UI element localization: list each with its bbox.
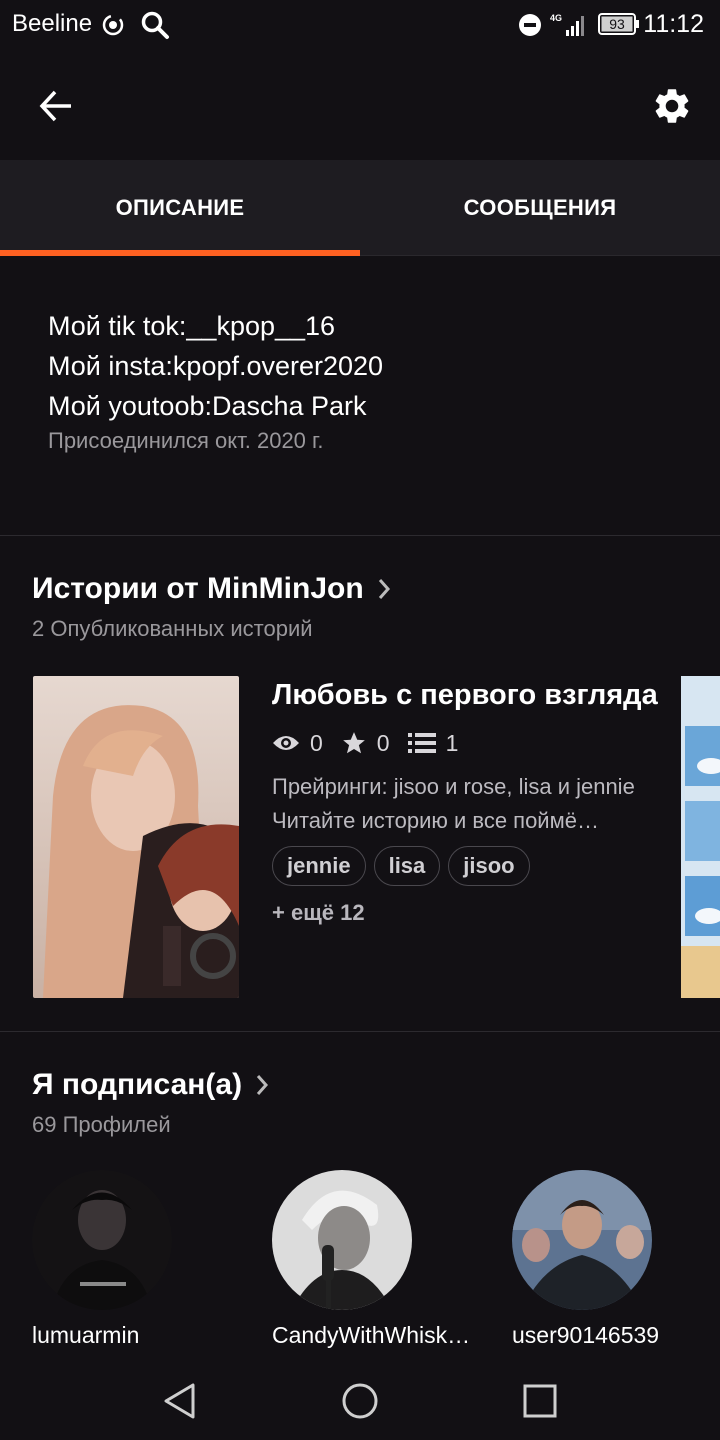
parts-stat: 1 bbox=[407, 729, 459, 757]
story-title: Любовь с первого взгляда bbox=[272, 679, 658, 711]
followed-profile[interactable]: user90146539 bbox=[512, 1170, 712, 1349]
avatar bbox=[272, 1170, 412, 1310]
gear-icon bbox=[655, 89, 689, 123]
tab-label: СООБЩЕНИЯ bbox=[463, 195, 617, 220]
profile-name: CandyWithWhisk… bbox=[272, 1322, 471, 1348]
story-desc-line1: Прейринги: jisoo и rose, lisa и jennie bbox=[272, 774, 635, 799]
hotspot-icon bbox=[100, 12, 126, 43]
nav-back-button[interactable] bbox=[155, 1376, 205, 1426]
joined-date: Присоединился окт. 2020 г. bbox=[48, 428, 324, 453]
stories-section-title[interactable]: Истории от MinMinJon bbox=[32, 572, 392, 606]
more-tags-link[interactable]: + ещё 12 bbox=[272, 900, 672, 926]
stories-count: 2 Опубликованных историй bbox=[32, 616, 313, 641]
chevron-right-icon bbox=[376, 577, 392, 601]
battery-icon: 93 bbox=[598, 13, 640, 40]
profile-name: user90146539 bbox=[512, 1322, 660, 1348]
tab-label: ОПИСАНИЕ bbox=[115, 195, 245, 220]
app-bar bbox=[0, 50, 720, 160]
following-section-title[interactable]: Я подписан(а) bbox=[32, 1068, 270, 1102]
description-line: Мой youtoob:Dascha Park bbox=[48, 391, 367, 421]
views-count: 0 bbox=[310, 729, 323, 756]
eye-icon bbox=[273, 736, 299, 750]
following-title-text: Я подписан(а) bbox=[32, 1068, 243, 1101]
story-desc-line2: Читайте историю и все поймё… bbox=[272, 808, 599, 833]
star-icon bbox=[342, 732, 365, 754]
battery-level: 93 bbox=[609, 16, 625, 32]
followed-profile[interactable]: CandyWithWhisk… bbox=[272, 1170, 472, 1349]
following-count: 69 Профилей bbox=[32, 1112, 171, 1137]
signal-icon: 4G bbox=[550, 12, 588, 43]
nav-recents-button[interactable] bbox=[515, 1376, 565, 1426]
clock: 11:12 bbox=[643, 10, 704, 38]
system-nav-bar bbox=[0, 1360, 720, 1440]
nav-home-button[interactable] bbox=[335, 1376, 385, 1426]
avatar bbox=[32, 1170, 172, 1310]
tag-chip[interactable]: jennie bbox=[272, 846, 366, 886]
description-line: Мой tik tok:__kpop__16 bbox=[48, 311, 336, 341]
dnd-icon bbox=[518, 13, 542, 42]
tag-chip[interactable]: jisoo bbox=[448, 846, 530, 886]
divider bbox=[0, 535, 720, 536]
back-button[interactable] bbox=[26, 76, 86, 136]
tab-messages[interactable]: СООБЩЕНИЯ bbox=[360, 160, 720, 256]
chevron-right-icon bbox=[254, 1073, 270, 1097]
divider bbox=[0, 1031, 720, 1032]
profile-tabs: ОПИСАНИЕ СООБЩЕНИЯ bbox=[0, 160, 720, 256]
story-cover-image[interactable] bbox=[681, 676, 720, 998]
story-stats: 0 0 1 bbox=[272, 726, 672, 760]
status-bar: Beeline 4G 93 11:12 bbox=[0, 0, 720, 50]
arrow-back-icon bbox=[39, 90, 71, 122]
votes-count: 0 bbox=[376, 729, 390, 756]
description-line: Мой insta:kpopf.overer2020 bbox=[48, 351, 384, 381]
profile-description: Мой tik tok:__kpop__16 Мой insta:kpopf.o… bbox=[48, 306, 688, 454]
settings-button[interactable] bbox=[642, 76, 702, 136]
story-description: Прейринги: jisoo и rose, lisa и jennie Ч… bbox=[272, 770, 672, 838]
search-icon bbox=[140, 10, 170, 45]
list-icon bbox=[407, 733, 436, 753]
parts-count: 1 bbox=[445, 729, 459, 756]
square-recents-icon bbox=[523, 1384, 557, 1418]
svg-text:4G: 4G bbox=[550, 13, 562, 23]
story-tags: jennie lisa jisoo bbox=[272, 846, 672, 886]
stories-title-text: Истории от MinMinJon bbox=[32, 572, 364, 605]
followed-profile[interactable]: lumuarmin bbox=[32, 1170, 232, 1349]
tab-description[interactable]: ОПИСАНИЕ bbox=[0, 160, 360, 256]
views-stat: 0 bbox=[272, 730, 323, 757]
active-tab-indicator bbox=[0, 250, 360, 256]
story-card[interactable]: Любовь с первого взгляда 0 0 1 Прейринги… bbox=[272, 676, 672, 926]
triangle-back-icon bbox=[164, 1383, 195, 1419]
circle-home-icon bbox=[342, 1383, 378, 1419]
votes-stat: 0 bbox=[341, 730, 390, 757]
story-cover-image[interactable] bbox=[33, 676, 239, 998]
avatar bbox=[512, 1170, 652, 1310]
profile-name: lumuarmin bbox=[32, 1322, 140, 1348]
tag-chip[interactable]: lisa bbox=[373, 846, 441, 886]
carrier-name: Beeline bbox=[12, 10, 93, 37]
